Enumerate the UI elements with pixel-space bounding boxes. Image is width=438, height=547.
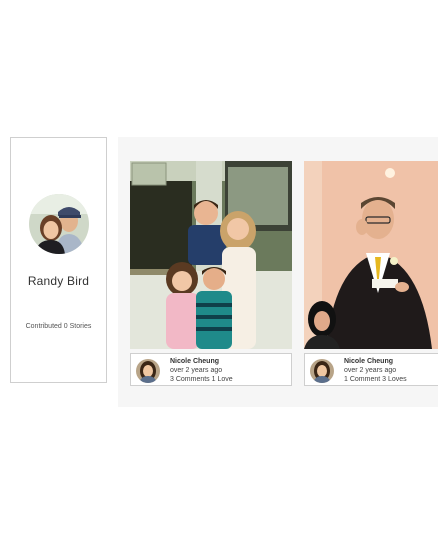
story-author[interactable]: Nicole Cheung: [170, 358, 219, 365]
author-avatar[interactable]: [310, 359, 334, 383]
story-photo[interactable]: [130, 161, 292, 349]
story-meta: Nicole Cheung over 2 years ago 1 Comment…: [304, 353, 438, 386]
contributed-stories-count: Contributed 0 Stories: [25, 323, 92, 330]
story-stats: 1 Comment 3 Loves: [344, 376, 407, 383]
story-time: over 2 years ago: [344, 367, 397, 374]
story-card[interactable]: Nicole Cheung over 2 years ago 3 Comment…: [130, 161, 292, 386]
profile-avatar[interactable]: [29, 194, 89, 254]
story-stats: 3 Comments 1 Love: [170, 376, 233, 383]
story-meta: Nicole Cheung over 2 years ago 3 Comment…: [130, 353, 292, 386]
profile-name: Randy Bird: [27, 274, 90, 288]
story-author[interactable]: Nicole Cheung: [344, 358, 393, 365]
story-photo[interactable]: [304, 161, 438, 349]
author-avatar[interactable]: [136, 359, 160, 383]
story-time: over 2 years ago: [170, 367, 223, 374]
stories-list: Nicole Cheung over 2 years ago 3 Comment…: [118, 137, 438, 407]
profile-card: Randy Bird Contributed 0 Stories: [10, 137, 107, 383]
story-card[interactable]: Nicole Cheung over 2 years ago 1 Comment…: [304, 161, 438, 386]
